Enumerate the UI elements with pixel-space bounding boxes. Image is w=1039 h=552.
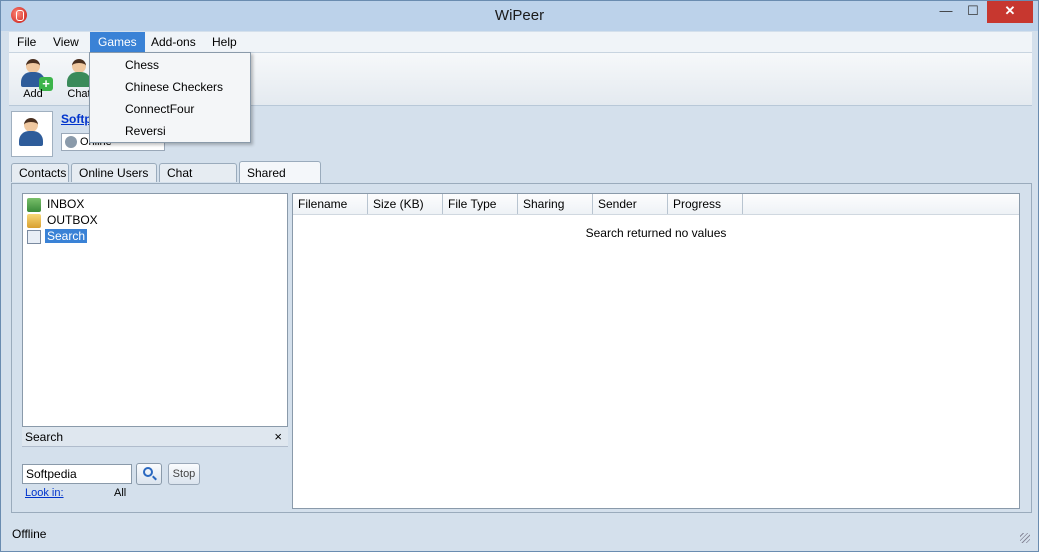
minimize-button[interactable]: —	[933, 1, 959, 23]
avatar[interactable]	[11, 111, 53, 157]
resize-grip-icon[interactable]	[1020, 533, 1030, 543]
tab-contacts[interactable]: Contacts	[11, 163, 69, 182]
add-contact-label: Add	[23, 88, 43, 100]
column-header-file-type[interactable]: File Type	[443, 194, 518, 214]
menu-item-chinese-checkers[interactable]: Chinese Checkers	[91, 76, 249, 98]
menu-help[interactable]: Help	[204, 32, 245, 52]
title-bar[interactable]: WiPeer — ☐ ✕	[1, 1, 1038, 31]
status-icon	[65, 136, 77, 148]
column-header-size[interactable]: Size (KB)	[368, 194, 443, 214]
shared-files-panel: INBOX OUTBOX Search Search × Stop Look i…	[11, 183, 1032, 513]
tree-item-inbox[interactable]: INBOX	[27, 196, 86, 212]
status-bar: Offline	[9, 523, 1032, 545]
tree-item-label: OUTBOX	[47, 213, 98, 227]
maximize-button[interactable]: ☐	[959, 1, 987, 23]
close-button[interactable]: ✕	[987, 1, 1033, 23]
stop-button[interactable]: Stop	[168, 463, 200, 485]
folder-tree: INBOX OUTBOX Search	[22, 193, 288, 427]
tree-item-search[interactable]: Search	[27, 228, 88, 244]
close-icon[interactable]: ×	[274, 429, 282, 444]
menu-addons[interactable]: Add-ons	[143, 32, 204, 52]
search-results-table: Filename Size (KB) File Type Sharing Sen…	[292, 193, 1020, 509]
column-header-progress[interactable]: Progress	[668, 194, 743, 214]
menu-item-connectfour[interactable]: ConnectFour	[91, 98, 249, 120]
search-panel-header: Search ×	[22, 427, 288, 447]
search-button[interactable]	[136, 463, 162, 485]
column-header-sender[interactable]: Sender	[593, 194, 668, 214]
search-input[interactable]	[22, 464, 132, 484]
menu-games[interactable]: Games	[90, 32, 145, 52]
user-avatar-icon	[19, 118, 43, 146]
menu-file[interactable]: File	[9, 32, 44, 52]
menu-bar: File View Games Add-ons Help	[9, 32, 1032, 53]
inbox-icon	[27, 197, 41, 212]
look-in-value: All	[114, 487, 127, 499]
empty-results-message: Search returned no values	[585, 226, 727, 240]
tab-online-users[interactable]: Online Users	[71, 163, 157, 182]
search-document-icon	[27, 229, 41, 244]
chat-icon	[67, 59, 91, 87]
add-contact-button[interactable]: + Add	[11, 55, 55, 103]
tab-shared-files[interactable]: Shared Files	[239, 161, 321, 202]
table-header: Filename Size (KB) File Type Sharing Sen…	[293, 194, 1019, 215]
column-header-filename[interactable]: Filename	[293, 194, 368, 214]
app-window: WiPeer — ☐ ✕ File View Games Add-ons Hel…	[0, 0, 1039, 552]
menu-item-chess[interactable]: Chess	[91, 54, 249, 76]
tree-item-label: Search	[45, 229, 88, 243]
column-header-sharing[interactable]: Sharing	[518, 194, 593, 214]
tree-item-outbox[interactable]: OUTBOX	[27, 212, 100, 228]
menu-item-reversi[interactable]: Reversi	[91, 120, 249, 142]
menu-view[interactable]: View	[45, 32, 87, 52]
search-panel-title: Search	[25, 430, 64, 444]
window-title: WiPeer	[494, 7, 545, 24]
profile-name-link[interactable]: Softp	[61, 112, 92, 126]
games-menu-dropdown: Chess Chinese Checkers ConnectFour Rever…	[89, 52, 251, 143]
connection-status: Offline	[12, 527, 47, 541]
look-in-link[interactable]: Look in:	[25, 487, 64, 499]
tree-item-label: INBOX	[47, 197, 85, 211]
tab-chat-rooms[interactable]: Chat Rooms	[159, 163, 237, 198]
outbox-icon	[27, 213, 41, 228]
